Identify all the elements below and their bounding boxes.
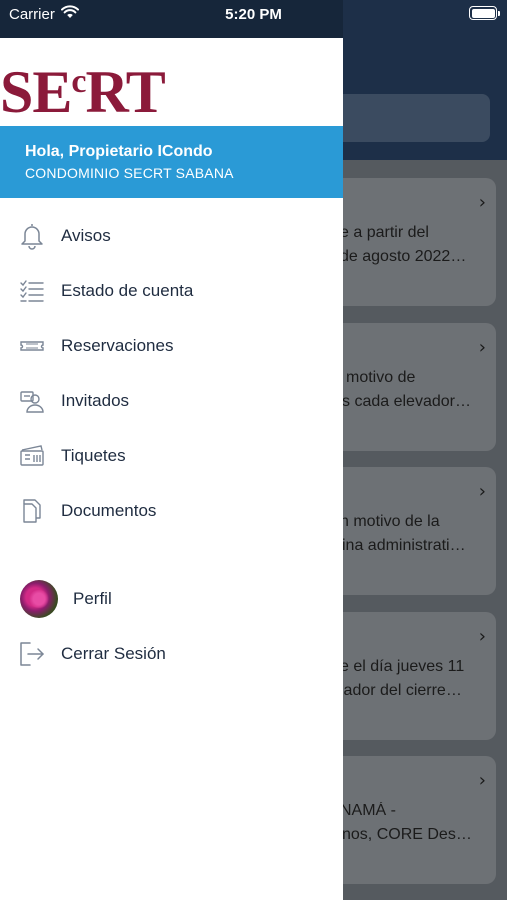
notice-card[interactable]: › e el día jueves 11 lador del cierre… [320,612,496,740]
menu-item-perfil[interactable]: Perfil [0,576,343,622]
documents-icon [18,497,46,525]
notice-card-line: nos, CORE Des… [342,826,472,843]
navigation-drawer: SEcRT Hola, Propietario ICondo CONDOMINI… [0,0,343,900]
user-greeting: Hola, Propietario ICondo [25,143,213,160]
notice-card-line: e el día jueves 11 [340,658,465,675]
menu-label: Reservaciones [61,336,174,355]
menu-label: Documentos [61,501,157,520]
notice-card-line: lador del cierre… [340,682,462,699]
menu-item-avisos[interactable]: Avisos [0,213,343,259]
chevron-right-icon: › [478,770,486,791]
menu-item-estado-de-cuenta[interactable]: Estado de cuenta [0,268,343,314]
chevron-right-icon: › [478,481,486,502]
menu-label: Invitados [61,391,130,410]
ticket-icon [18,332,46,360]
condominium-name: CONDOMINIO SECRT SABANA [25,165,234,181]
notice-card[interactable]: › motivo de s cada elevador… [320,323,496,451]
logout-icon [18,640,46,668]
bell-icon [18,222,46,250]
menu-item-invitados[interactable]: Invitados [0,378,343,424]
status-bar: Carrier 5:20 PM [0,0,507,28]
chevron-right-icon: › [478,626,486,647]
menu-label: Avisos [61,226,111,245]
notice-card-line: NAMÁ - [340,802,396,819]
menu-label: Estado de cuenta [61,281,194,300]
clock: 5:20 PM [225,6,282,23]
chevron-right-icon: › [478,337,486,358]
guests-icon [18,387,46,415]
notice-card[interactable]: › NAMÁ - nos, CORE Des… [320,756,496,884]
notice-card-line: motivo de [346,369,416,386]
menu-label: Tiquetes [61,446,126,465]
tickets-icon [18,442,46,470]
menu-label: Perfil [73,589,112,608]
menu-item-reservaciones[interactable]: Reservaciones [0,323,343,369]
menu-item-tiquetes[interactable]: Tiquetes [0,433,343,479]
chevron-right-icon: › [478,192,486,213]
notice-card-line: e a partir del [340,224,429,241]
notice-card-line: ina administrati… [342,537,466,554]
menu-item-documentos[interactable]: Documentos [0,488,343,534]
notice-card[interactable]: › n motivo de la ina administrati… [320,467,496,595]
logo-text-end: RT [85,59,165,125]
avatar [20,580,58,618]
checklist-icon [18,277,46,305]
notice-card-line: n motivo de la [340,513,440,530]
notice-card-line: s cada elevador… [342,393,471,410]
secrt-logo: SEcRT [0,52,166,125]
logo-text: SE [0,59,72,125]
user-banner [0,126,343,198]
menu-label: Cerrar Sesión [61,644,166,663]
notice-card[interactable]: › e a partir del de agosto 2022… [320,178,496,306]
battery-icon [469,6,500,20]
logo-text-small: c [71,63,86,100]
notice-card-line: de agosto 2022… [340,248,467,265]
menu-item-cerrar-sesion[interactable]: Cerrar Sesión [0,631,343,677]
